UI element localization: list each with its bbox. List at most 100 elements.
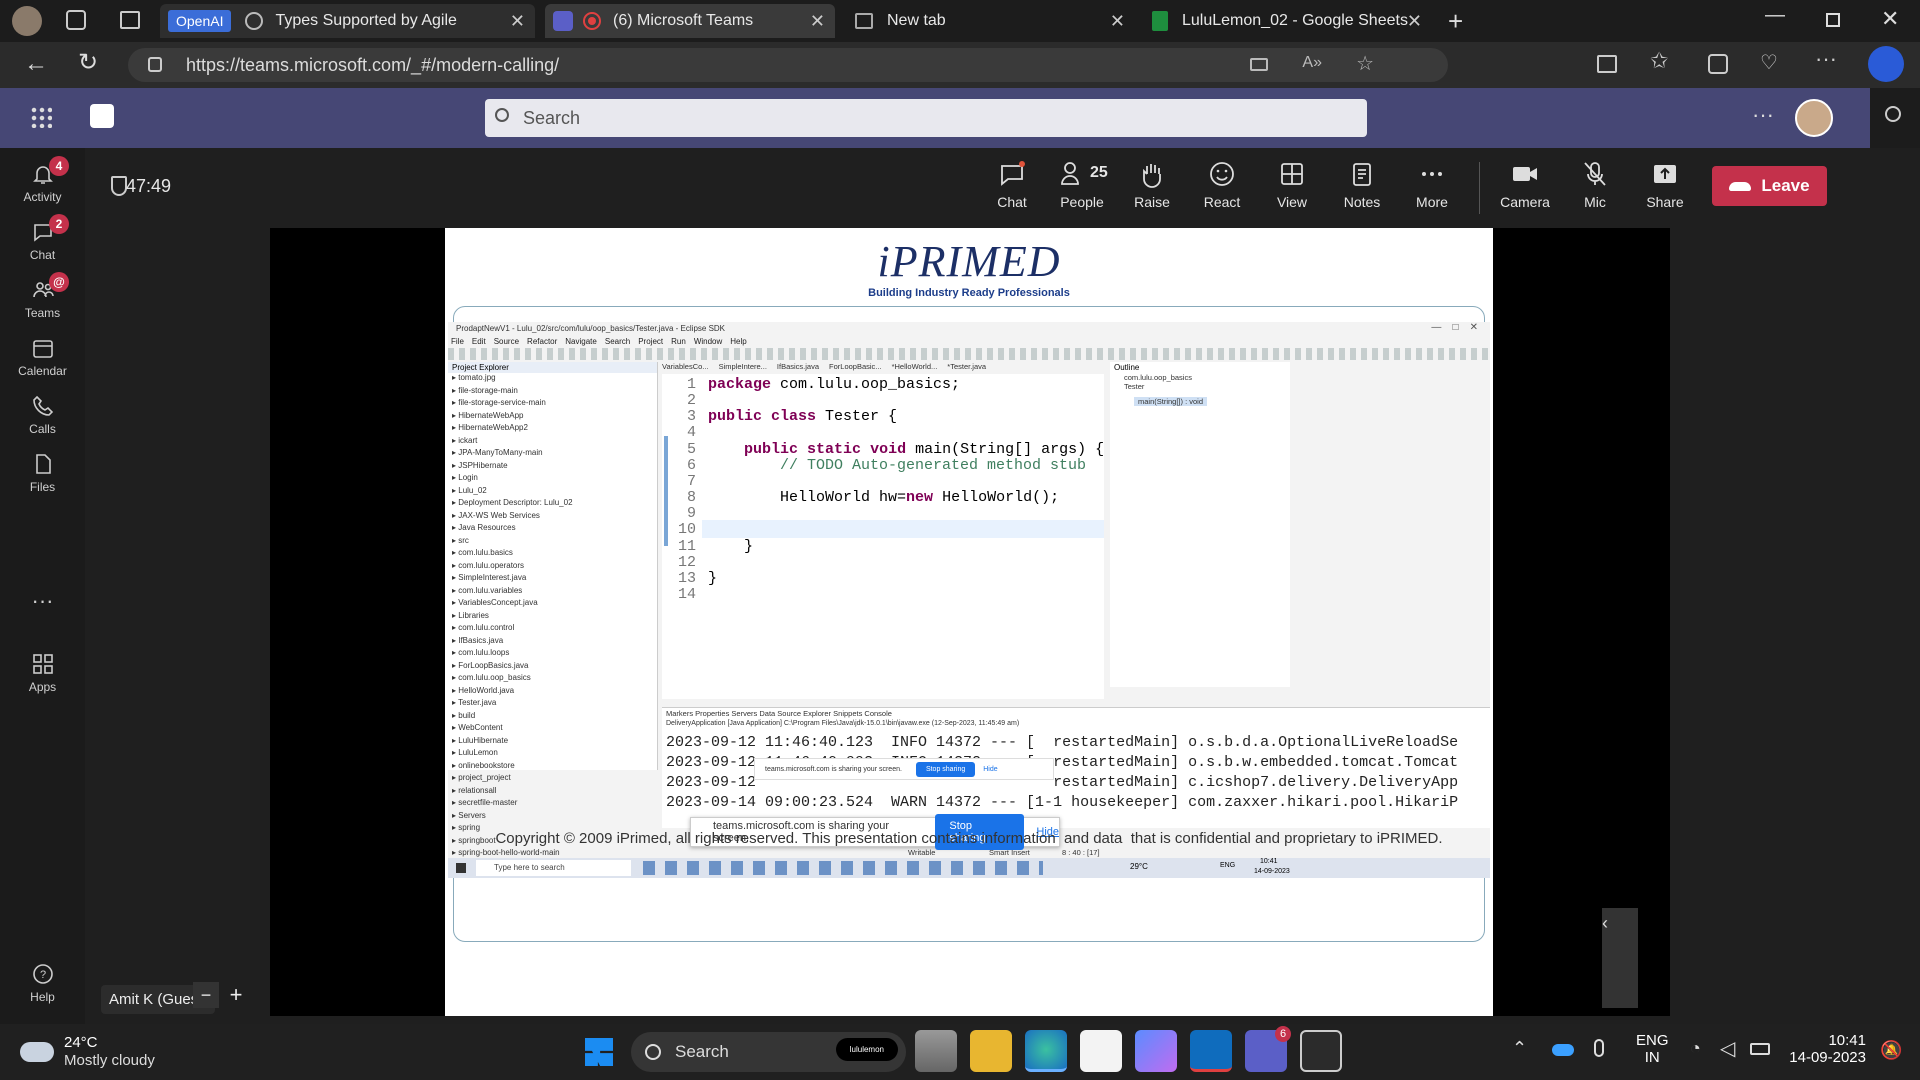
restore-button[interactable] bbox=[1826, 13, 1840, 27]
view-button[interactable]: View bbox=[1260, 160, 1324, 210]
collections-icon[interactable] bbox=[1708, 54, 1728, 74]
taskbar-search[interactable]: Search lululemon bbox=[631, 1032, 906, 1072]
rail-teams[interactable]: @ Teams bbox=[0, 272, 85, 320]
vpn-app-icon[interactable] bbox=[1300, 1030, 1342, 1072]
line-number: 13 bbox=[677, 569, 696, 587]
video-icon[interactable] bbox=[1250, 58, 1268, 71]
task-view-icon[interactable] bbox=[915, 1030, 957, 1072]
eclipse-menu-item: Help bbox=[730, 337, 747, 346]
address-bar[interactable]: https://teams.microsoft.com/_#/modern-ca… bbox=[128, 48, 1448, 82]
meeting-stage: iPRIMED Building Industry Ready Professi… bbox=[85, 228, 1920, 1024]
eclipse-title: ProdaptNewV1 - Lulu_02/src/com/lulu/oop_… bbox=[456, 324, 726, 333]
zoom-in-button[interactable]: + bbox=[223, 982, 249, 1008]
chat-button[interactable]: Chat bbox=[980, 160, 1044, 210]
eclipse-menu-item: File bbox=[451, 337, 464, 346]
tab-sheets[interactable]: LuluLemon_02 - Google Sheets ✕ bbox=[1142, 4, 1432, 38]
teams-search-input[interactable]: Search bbox=[485, 99, 1367, 137]
camera-button[interactable]: Camera bbox=[1493, 160, 1557, 210]
microphone-icon[interactable] bbox=[1594, 1039, 1604, 1057]
close-tab-icon[interactable]: ✕ bbox=[810, 11, 825, 32]
workspaces-icon[interactable] bbox=[66, 10, 86, 30]
zoom-out-button[interactable]: − bbox=[193, 982, 219, 1008]
rail-calls[interactable]: Calls bbox=[0, 394, 85, 436]
file-explorer-icon[interactable] bbox=[970, 1030, 1012, 1072]
onedrive-icon[interactable] bbox=[1552, 1044, 1574, 1056]
volume-icon[interactable]: ◁ bbox=[1720, 1036, 1735, 1061]
mic-off-icon bbox=[1584, 162, 1606, 186]
tree-item: ▸ WebContent bbox=[452, 723, 503, 732]
tree-item: ▸ com.lulu.variables bbox=[452, 585, 523, 595]
tree-item: ▸ Tester.java bbox=[452, 698, 497, 707]
shield-icon[interactable] bbox=[111, 176, 127, 196]
share-button[interactable]: Share bbox=[1633, 160, 1697, 210]
close-tab-icon[interactable]: ✕ bbox=[1110, 11, 1125, 32]
start-button[interactable] bbox=[585, 1038, 613, 1066]
rail-help[interactable]: ? Help bbox=[0, 962, 85, 1004]
more-button[interactable]: More bbox=[1400, 160, 1464, 210]
tab-agile[interactable]: OpenAI Types Supported by Agile ✕ bbox=[160, 4, 535, 38]
raise-hand-button[interactable]: Raise bbox=[1120, 160, 1184, 210]
rail-chat[interactable]: 2 Chat bbox=[0, 214, 85, 262]
leave-button[interactable]: Leave bbox=[1712, 166, 1827, 206]
people-button[interactable]: People 25 bbox=[1050, 160, 1114, 210]
line-number: 7 bbox=[686, 472, 696, 490]
favorite-star-icon[interactable]: ☆ bbox=[1356, 51, 1374, 76]
tab-actions-icon[interactable] bbox=[120, 11, 140, 29]
rail-activity[interactable]: 4 Activity bbox=[0, 156, 85, 204]
microsoft-store-icon[interactable] bbox=[1080, 1030, 1122, 1072]
more-options-icon[interactable]: ··· bbox=[1752, 102, 1774, 128]
back-button[interactable]: ← bbox=[24, 50, 48, 78]
rail-more[interactable]: ··· bbox=[0, 588, 85, 614]
language-indicator[interactable]: ENG IN bbox=[1636, 1032, 1669, 1066]
windows-icon bbox=[456, 863, 466, 873]
refresh-button[interactable]: ↻ bbox=[78, 48, 98, 77]
new-tab-button[interactable]: + bbox=[1448, 6, 1463, 37]
inner-stop-sharing: Stop sharing bbox=[915, 761, 976, 777]
tab-group-label[interactable]: OpenAI bbox=[168, 10, 232, 32]
close-window-button[interactable]: ✕ bbox=[1881, 6, 1899, 32]
rail-calendar[interactable]: Calendar bbox=[0, 336, 85, 378]
inner-search-text: Type here to search bbox=[494, 863, 565, 872]
close-tab-icon[interactable]: ✕ bbox=[510, 11, 525, 32]
close-tab-icon[interactable]: ✕ bbox=[1407, 11, 1422, 32]
hand-icon bbox=[1143, 164, 1161, 188]
favorites-icon[interactable]: ✩ bbox=[1650, 48, 1668, 74]
mic-button[interactable]: Mic bbox=[1563, 160, 1627, 210]
rail-apps[interactable]: Apps bbox=[0, 652, 85, 694]
rail-files[interactable]: Files bbox=[0, 452, 85, 494]
performance-icon[interactable]: ♡ bbox=[1760, 50, 1778, 75]
show-hidden-icons[interactable]: ⌃ bbox=[1512, 1038, 1527, 1059]
battery-icon[interactable] bbox=[1750, 1043, 1770, 1055]
wifi-icon[interactable]: ◔ bbox=[1690, 1038, 1701, 1059]
search-icon[interactable] bbox=[1885, 106, 1901, 122]
bing-copilot-icon[interactable] bbox=[1868, 46, 1904, 82]
clock[interactable]: 10:41 14-09-2023 bbox=[1786, 1032, 1866, 1066]
smiley-icon bbox=[1210, 162, 1234, 186]
read-aloud-icon[interactable]: A» bbox=[1302, 54, 1322, 72]
share-notice-text: teams.microsoft.com is sharing your scre… bbox=[765, 765, 902, 773]
copilot-app-icon[interactable] bbox=[1135, 1030, 1177, 1072]
weather-widget[interactable]: 24°C Mostly cloudy bbox=[20, 1032, 170, 1074]
notes-button[interactable]: Notes bbox=[1330, 160, 1394, 210]
tree-item: ▸ Lulu_02 bbox=[452, 485, 487, 495]
teams-app-icon[interactable]: 6 bbox=[1245, 1026, 1291, 1072]
notification-icon[interactable]: 🔕 bbox=[1880, 1040, 1902, 1061]
url-text: https://teams.microsoft.com/_#/modern-ca… bbox=[186, 54, 560, 75]
outlook-app-icon[interactable] bbox=[1190, 1030, 1232, 1072]
app-launcher-icon[interactable] bbox=[30, 106, 52, 128]
minimize-button[interactable]: — bbox=[1765, 4, 1785, 27]
rail-label: Calendar bbox=[18, 364, 67, 378]
tree-item: ▸ Libraries bbox=[452, 610, 489, 620]
collapse-thumbnails-icon[interactable]: ‹ bbox=[1602, 913, 1608, 934]
tab-teams[interactable]: (6) Microsoft Teams ✕ bbox=[545, 4, 835, 38]
status-writable: Writable bbox=[908, 848, 936, 857]
settings-more-icon[interactable]: ··· bbox=[1815, 46, 1837, 72]
edge-browser-icon[interactable] bbox=[1025, 1030, 1067, 1072]
tree-item: ▸ LuluHibernate bbox=[452, 735, 509, 745]
tab-new[interactable]: New tab ✕ bbox=[845, 4, 1135, 38]
user-avatar[interactable] bbox=[1795, 99, 1833, 137]
react-button[interactable]: React bbox=[1190, 160, 1254, 210]
split-screen-icon[interactable] bbox=[1597, 55, 1617, 73]
chat-icon bbox=[1001, 161, 1025, 186]
profile-avatar[interactable] bbox=[12, 6, 42, 36]
